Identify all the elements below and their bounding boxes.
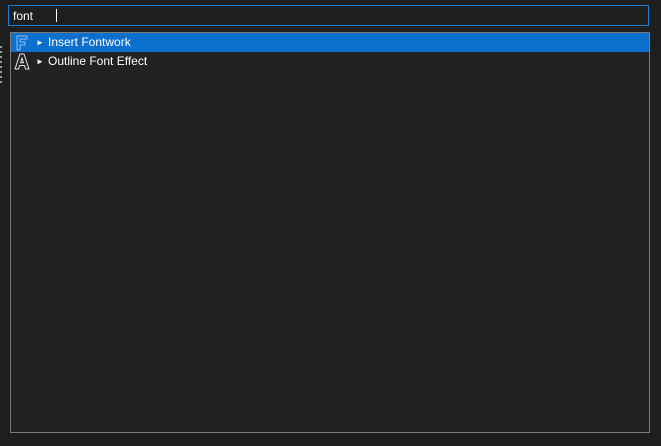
expand-arrow-icon[interactable]: ► bbox=[36, 52, 46, 71]
result-item-label: Insert Fontwork bbox=[48, 35, 131, 49]
results-list[interactable]: ► Insert Fontwork ► Outline Font Effect bbox=[10, 32, 650, 433]
result-item-insert-fontwork[interactable]: ► Insert Fontwork bbox=[11, 33, 649, 52]
command-popup: ► Insert Fontwork ► Outline Font Effect bbox=[0, 0, 661, 446]
fontwork-icon bbox=[12, 33, 32, 52]
outline-font-icon bbox=[12, 52, 32, 71]
text-caret bbox=[56, 9, 57, 22]
window-edge-grip bbox=[0, 46, 3, 90]
result-item-label: Outline Font Effect bbox=[48, 54, 148, 68]
search-input[interactable] bbox=[13, 7, 56, 24]
expand-arrow-icon[interactable]: ► bbox=[36, 33, 46, 52]
result-item-outline-font-effect[interactable]: ► Outline Font Effect bbox=[11, 52, 649, 71]
search-box[interactable] bbox=[8, 5, 649, 26]
